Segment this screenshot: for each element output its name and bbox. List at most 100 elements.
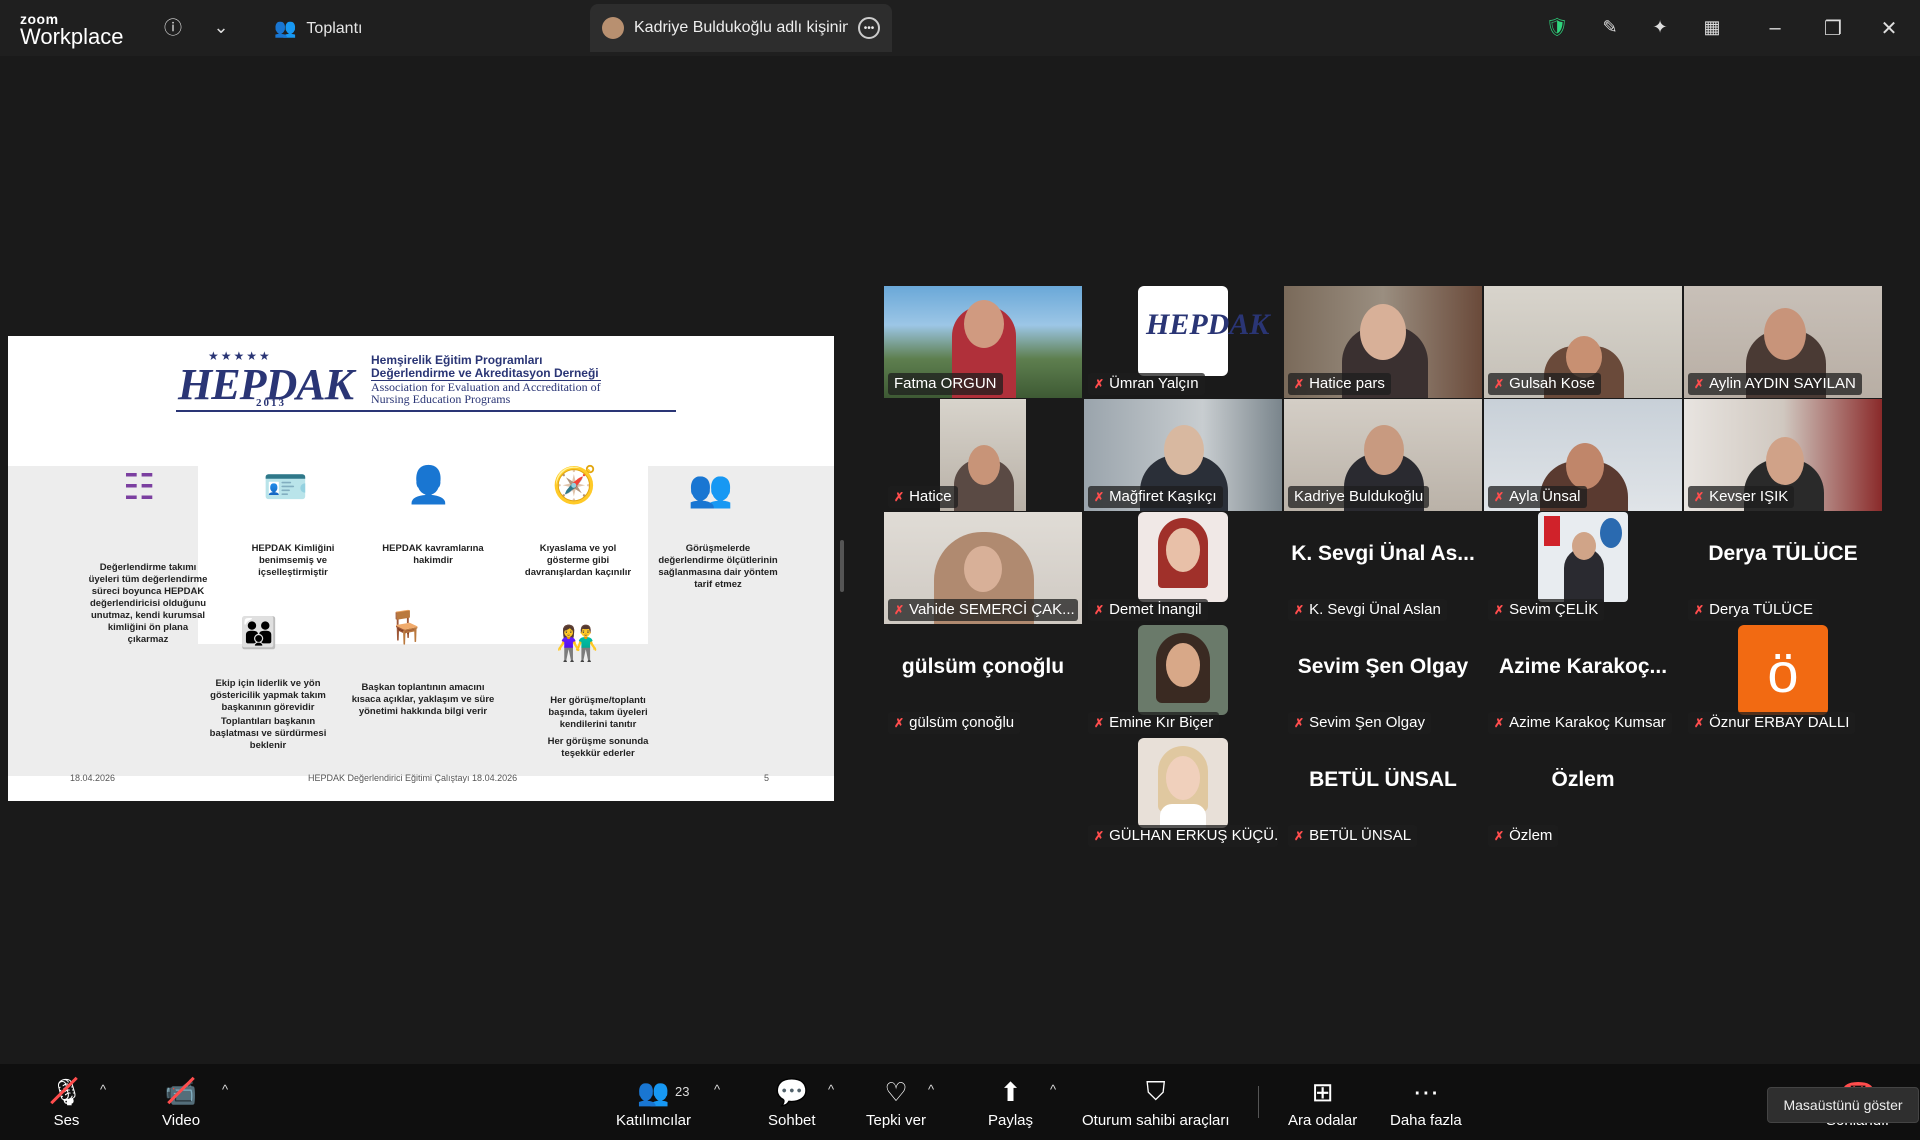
participants-icon: 👥 — [637, 1076, 670, 1107]
video-button[interactable]: 📹 Video — [162, 1074, 200, 1129]
profile-photo — [1538, 512, 1628, 602]
person-head — [968, 445, 1000, 485]
speaker-tab-text: Kadriye Buldukoğlu adlı kişinin ek — [634, 19, 848, 36]
mic-muted-icon: ✗ — [1694, 603, 1705, 617]
share-button[interactable]: ⬆ Paylaş — [988, 1074, 1033, 1130]
participant-name: ✗ Gulsah Kose — [1488, 373, 1601, 395]
chat-button[interactable]: 💬 Sohbet — [768, 1074, 816, 1130]
mic-muted-icon: ✗ — [1494, 377, 1505, 391]
minimize-button[interactable]: – — [1760, 14, 1790, 42]
view-layout-icon[interactable]: ▦ — [1699, 14, 1725, 40]
meeting-label[interactable]: 👥 Toplantı — [274, 18, 362, 39]
info-icon[interactable]: ⓘ — [160, 14, 186, 40]
participant-name-text: Mağfiret Kaşıkçı — [1109, 488, 1217, 505]
more-options-icon[interactable]: ••• — [858, 17, 880, 39]
more-label: Daha fazla — [1390, 1112, 1462, 1129]
participant-tile[interactable]: Özlem ✗ Özlem — [1484, 738, 1682, 850]
participant-tile[interactable]: BETÜL ÜNSAL ✗ BETÜL ÜNSAL — [1284, 738, 1482, 850]
mic-muted-icon: ✗ — [894, 603, 905, 617]
org-name-en-2: Nursing Education Programs — [371, 391, 511, 406]
participant-tile[interactable]: ✗ Vahide SEMERCİ ÇAK... — [884, 512, 1082, 624]
participant-name: ✗ Ayla Ünsal — [1488, 486, 1587, 508]
chevron-down-icon[interactable]: ⌄ — [208, 14, 234, 40]
person-head — [1764, 308, 1806, 360]
participant-name: ✗ Derya TÜLÜCE — [1688, 599, 1819, 621]
participants-count: 23 — [675, 1084, 690, 1099]
participant-name-text: Kadriye Buldukoğlu — [1294, 488, 1424, 505]
ai-companion-sparkle-icon[interactable]: ✦ — [1647, 14, 1673, 40]
chat-options-caret-icon[interactable]: ^ — [828, 1082, 834, 1097]
participant-tile[interactable]: ✗ GÜLHAN ERKUŞ KÜÇÜ... — [1084, 738, 1282, 850]
participant-name: ✗ K. Sevgi Ünal Aslan — [1288, 599, 1447, 621]
mic-muted-icon: ✗ — [1094, 716, 1105, 730]
participant-name: ✗ Demet İnangil — [1088, 599, 1208, 621]
chat-label: Sohbet — [768, 1112, 816, 1129]
panel-splitter[interactable] — [840, 540, 844, 592]
mic-muted-icon: ✗ — [1094, 377, 1105, 391]
participant-tile[interactable]: ✗ Mağfiret Kaşıkçı — [1084, 399, 1282, 511]
slide-text-9: Her görüşme/toplantı başında, takım üyel… — [548, 695, 648, 730]
participant-tile[interactable]: Sevim Şen Olgay ✗ Sevim Şen Olgay — [1284, 625, 1482, 737]
participant-tile[interactable]: K. Sevgi Ünal As... ✗ K. Sevgi Ünal Aslan — [1284, 512, 1482, 624]
person-head — [1766, 437, 1804, 485]
participant-tile[interactable]: Fatma ORGUN — [884, 286, 1082, 398]
participant-tile[interactable]: ✗ Hatice pars — [1284, 286, 1482, 398]
security-shield-icon[interactable]: 🛡 — [1544, 14, 1570, 40]
mic-muted-icon: ✗ — [1294, 716, 1305, 730]
breakout-rooms-button[interactable]: ⊞ Ara odalar — [1288, 1074, 1357, 1130]
participant-tile[interactable]: ö ✗ Öznur ERBAY DALLI — [1684, 625, 1882, 737]
participant-tile[interactable]: ✗ Demet İnangil — [1084, 512, 1282, 624]
more-button[interactable]: ⋯ Daha fazla — [1390, 1074, 1462, 1130]
grid-icon: ⊞ — [1311, 1076, 1334, 1107]
participant-tile[interactable]: gülsüm çonoğlu ✗ gülsüm çonoğlu — [884, 625, 1082, 737]
participant-name: Fatma ORGUN — [888, 373, 1003, 395]
host-tools-button[interactable]: ⛉ Oturum sahibi araçları — [1082, 1074, 1230, 1129]
share-options-caret-icon[interactable]: ^ — [1050, 1082, 1056, 1097]
participant-name: ✗ Sevim ÇELİK — [1488, 599, 1605, 621]
close-button[interactable]: ✕ — [1874, 14, 1904, 42]
video-options-caret-icon[interactable]: ^ — [222, 1082, 228, 1097]
participant-tile[interactable]: Azime Karakoç... ✗ Azime Karakoç Kumsar — [1484, 625, 1682, 737]
participant-tile[interactable]: HEPDAK ✗ Ümran Yalçın — [1084, 286, 1282, 398]
participant-name-text: Emine Kır Biçer — [1109, 714, 1214, 731]
participant-display-name: K. Sevgi Ünal As... — [1291, 542, 1475, 565]
profile-photo — [1138, 625, 1228, 715]
participant-tile[interactable]: ✗ Sevim ÇELİK — [1484, 512, 1682, 624]
participant-tile[interactable]: ✗ Gulsah Kose — [1484, 286, 1682, 398]
participant-name: ✗ Kevser IŞIK — [1688, 486, 1795, 508]
slide-text-5: Görüşmelerde değerlendirme ölçütlerinin … — [658, 543, 778, 590]
participants-button[interactable]: 👥 Katılımcılar — [616, 1074, 692, 1130]
participant-tile[interactable]: ✗ Emine Kır Biçer — [1084, 625, 1282, 737]
participant-name: ✗ Emine Kır Biçer — [1088, 712, 1220, 734]
meeting-table-icon: 🪑 — [386, 609, 426, 645]
participant-tile[interactable]: ✗ Hatice — [884, 399, 1082, 511]
participant-name: ✗ Hatice — [888, 486, 958, 508]
annotate-pencil-icon[interactable]: ✎ — [1597, 14, 1623, 40]
react-options-caret-icon[interactable]: ^ — [928, 1082, 934, 1097]
mic-muted-icon: ✗ — [1294, 829, 1305, 843]
slide-text-4: Kıyaslama ve yol gösterme gibi davranışl… — [524, 543, 632, 578]
participant-tile[interactable]: ✗ Kevser IŞIK — [1684, 399, 1882, 511]
participants-label: Katılımcılar — [616, 1112, 692, 1129]
people-row-icon: 👫 — [556, 625, 599, 663]
shield-icon: ⛉ — [1146, 1076, 1166, 1106]
participant-name: ✗ Özlem — [1488, 825, 1559, 847]
speaker-avatar — [602, 17, 624, 39]
participant-tile[interactable]: ✗ Ayla Ünsal — [1484, 399, 1682, 511]
restore-button[interactable]: ❐ — [1818, 14, 1848, 42]
participant-name: ✗ Ümran Yalçın — [1088, 373, 1205, 395]
audio-options-caret-icon[interactable]: ^ — [100, 1082, 106, 1097]
person-head — [1360, 304, 1406, 360]
react-button[interactable]: ♡ Tepki ver — [866, 1074, 926, 1130]
participants-options-caret-icon[interactable]: ^ — [714, 1082, 720, 1097]
participant-name-text: BETÜL ÜNSAL — [1309, 827, 1412, 844]
audio-button[interactable]: 🎙 Ses — [50, 1074, 83, 1129]
participant-name-text: Sevim ÇELİK — [1509, 601, 1599, 618]
slide-text-2: HEPDAK Kimliğini benimsemiş ve içselleşt… — [251, 543, 335, 578]
participant-tile[interactable]: ✗ Aylin AYDIN SAYILAN — [1684, 286, 1882, 398]
participant-tile[interactable]: Derya TÜLÜCE ✗ Derya TÜLÜCE — [1684, 512, 1882, 624]
slide-text-3: HEPDAK kavramlarına hakimdir — [382, 543, 484, 566]
speaker-tab[interactable]: Kadriye Buldukoğlu adlı kişinin ek ••• — [590, 4, 892, 52]
participant-tile-active-speaker[interactable]: Kadriye Buldukoğlu — [1284, 399, 1482, 511]
person-head — [964, 300, 1004, 348]
